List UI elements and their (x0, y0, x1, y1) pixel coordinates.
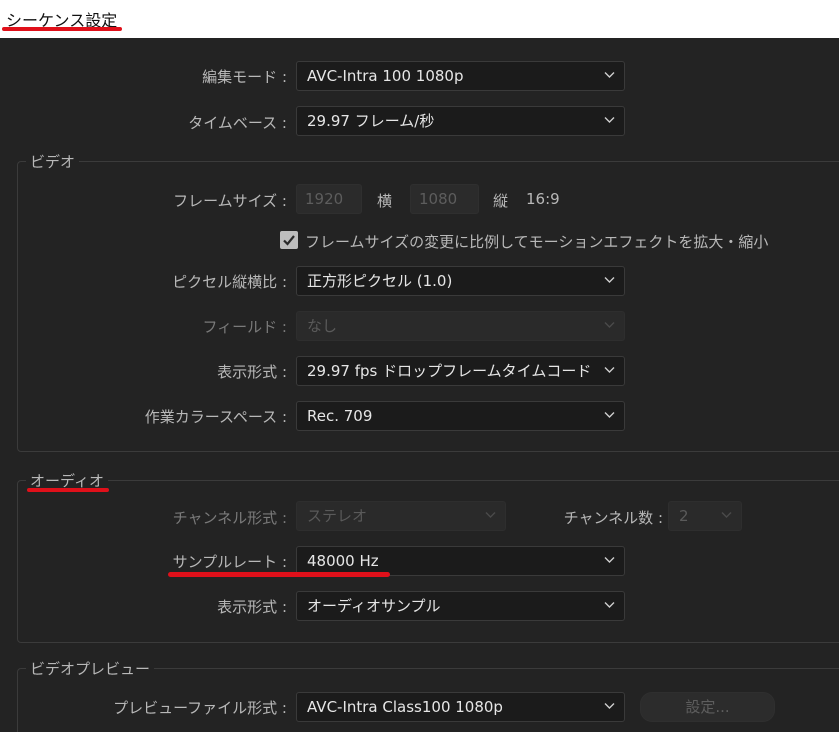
audio-annotation-underline (27, 488, 109, 492)
chevron-down-icon (604, 556, 615, 566)
sample-rate-label: サンプルレート : (172, 553, 287, 571)
chevron-down-icon (604, 601, 615, 611)
channel-count-value: 2 (679, 507, 689, 525)
audio-display-format-dropdown[interactable]: オーディオサンプル (296, 591, 625, 621)
frame-height-value: 1080 (419, 190, 458, 208)
video-display-format-dropdown[interactable]: 29.97 fps ドロップフレームタイムコード (296, 356, 625, 386)
channel-format-label: チャンネル形式 : (172, 509, 287, 527)
fields-value: なし (307, 317, 338, 335)
audio-display-format-value: オーディオサンプル (307, 597, 441, 615)
timebase-label: タイムベース : (188, 114, 287, 132)
video-display-format-value: 29.97 fps ドロップフレームタイムコード (307, 362, 592, 380)
scale-motion-checkbox[interactable] (280, 231, 298, 249)
frame-width-value: 1920 (305, 190, 344, 208)
aspect-ratio-text: 16:9 (526, 190, 560, 208)
channel-format-value: ステレオ (307, 507, 368, 525)
edit-mode-label: 編集モード : (202, 68, 287, 86)
video-display-format-label: 表示形式 : (217, 363, 287, 381)
preview-file-format-value: AVC-Intra Class100 1080p (307, 698, 503, 716)
pixel-aspect-dropdown[interactable]: 正方形ピクセル (1.0) (296, 266, 625, 296)
timebase-value: 29.97 フレーム/秒 (307, 112, 435, 130)
video-preview-group-legend: ビデオプレビュー (26, 658, 155, 679)
chevron-down-icon (604, 116, 615, 126)
scale-motion-checkbox-label[interactable]: フレームサイズの変更に比例してモーションエフェクトを拡大・縮小 (305, 231, 768, 252)
sample-rate-value: 48000 Hz (307, 552, 379, 570)
preview-file-format-label: プレビューファイル形式 : (113, 699, 287, 717)
frame-height-field[interactable]: 1080 (410, 184, 479, 214)
pixel-aspect-value: 正方形ピクセル (1.0) (307, 272, 453, 290)
edit-mode-value: AVC-Intra 100 1080p (307, 67, 464, 85)
color-space-value: Rec. 709 (307, 407, 373, 425)
chevron-down-icon (604, 321, 615, 331)
title-bar: シーケンス設定 (0, 0, 839, 38)
chevron-down-icon (485, 511, 496, 521)
frame-size-label: フレームサイズ : (173, 192, 287, 210)
color-space-label: 作業カラースペース : (144, 408, 287, 426)
frame-height-unit-label: 縦 (493, 192, 509, 210)
timebase-dropdown[interactable]: 29.97 フレーム/秒 (296, 106, 625, 136)
frame-width-unit-label: 横 (377, 192, 393, 210)
checkmark-icon (283, 235, 295, 246)
chevron-down-icon (604, 276, 615, 286)
chevron-down-icon (604, 71, 615, 81)
title-annotation-underline (2, 27, 122, 31)
channel-count-label: チャンネル数 : (563, 509, 663, 527)
frame-width-field[interactable]: 1920 (296, 184, 362, 214)
color-space-dropdown[interactable]: Rec. 709 (296, 401, 625, 431)
sample-rate-annotation-underline (168, 572, 390, 577)
pixel-aspect-label: ピクセル縦横比 : (172, 273, 287, 291)
video-group-legend: ビデオ (26, 151, 80, 172)
chevron-down-icon (604, 702, 615, 712)
chevron-down-icon (604, 411, 615, 421)
preview-settings-button[interactable]: 設定... (640, 692, 775, 722)
channel-count-dropdown[interactable]: 2 (668, 501, 742, 531)
fields-label: フィールド : (202, 318, 287, 336)
fields-dropdown[interactable]: なし (296, 311, 625, 341)
audio-display-format-label: 表示形式 : (217, 598, 287, 616)
edit-mode-dropdown[interactable]: AVC-Intra 100 1080p (296, 61, 625, 91)
chevron-down-icon (604, 366, 615, 376)
channel-format-dropdown[interactable]: ステレオ (296, 501, 506, 531)
chevron-down-icon (721, 511, 732, 521)
preview-file-format-dropdown[interactable]: AVC-Intra Class100 1080p (296, 692, 625, 722)
